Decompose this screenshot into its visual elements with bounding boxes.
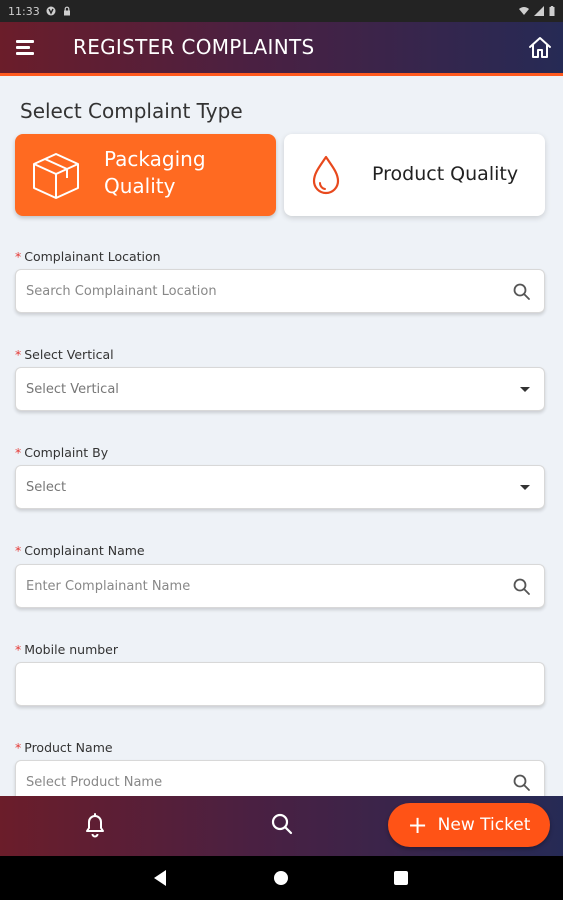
status-time: 11:33 — [8, 4, 40, 18]
status-bar: 11:33 — [0, 0, 563, 22]
app-notification-icon — [46, 6, 56, 16]
product-quality-card[interactable]: Product Quality — [284, 134, 545, 216]
water-drop-icon — [312, 155, 340, 195]
search-icon[interactable] — [512, 282, 532, 302]
product-quality-label: Product Quality — [372, 163, 519, 185]
mobile-number-label: * Mobile number — [15, 642, 119, 657]
search-icon[interactable] — [512, 577, 532, 597]
complainant-name-field[interactable] — [15, 564, 545, 608]
search-icon[interactable] — [270, 812, 294, 836]
plus-icon: + — [407, 811, 428, 839]
search-icon[interactable] — [512, 773, 532, 793]
complainant-name-label: * Complainant Name — [15, 543, 145, 558]
back-icon[interactable] — [154, 870, 166, 886]
complaint-by-dropdown[interactable]: Select — [15, 465, 545, 509]
package-box-icon — [33, 153, 79, 199]
section-title: Select Complaint Type — [20, 99, 243, 123]
complainant-location-label: * Complainant Location — [15, 249, 161, 264]
complainant-location-field[interactable] — [15, 269, 545, 313]
app-bar: REGISTER COMPLAINTS — [0, 22, 563, 76]
complainant-name-input[interactable] — [26, 578, 506, 594]
vertical-value: Select Vertical — [26, 381, 119, 397]
product-name-input[interactable] — [26, 774, 506, 790]
packaging-quality-card[interactable]: Packaging Quality — [15, 134, 276, 216]
recent-apps-icon[interactable] — [394, 871, 408, 885]
mobile-number-input[interactable] — [26, 676, 506, 692]
new-ticket-button[interactable]: + New Ticket — [388, 803, 550, 847]
mobile-number-field[interactable] — [15, 662, 545, 706]
complaint-by-value: Select — [26, 479, 67, 495]
system-nav-bar — [0, 856, 563, 900]
chevron-down-icon — [520, 485, 530, 490]
page-title: REGISTER COMPLAINTS — [73, 35, 315, 59]
packaging-quality-label: Packaging Quality — [104, 147, 206, 198]
complaint-by-label: * Complaint By — [15, 445, 109, 460]
complainant-location-input[interactable] — [26, 283, 506, 299]
product-name-label: * Product Name — [15, 740, 113, 755]
battery-icon — [549, 6, 555, 16]
signal-icon — [534, 6, 544, 16]
lock-icon — [63, 6, 70, 16]
bell-icon[interactable] — [82, 811, 108, 839]
wifi-icon — [519, 7, 529, 15]
vertical-label: * Select Vertical — [15, 347, 114, 362]
home-circle-icon[interactable] — [274, 871, 288, 885]
vertical-dropdown[interactable]: Select Vertical — [15, 367, 545, 411]
chevron-down-icon — [520, 387, 530, 392]
new-ticket-label: New Ticket — [437, 815, 531, 835]
home-icon[interactable] — [527, 35, 553, 61]
menu-icon[interactable] — [16, 38, 38, 58]
